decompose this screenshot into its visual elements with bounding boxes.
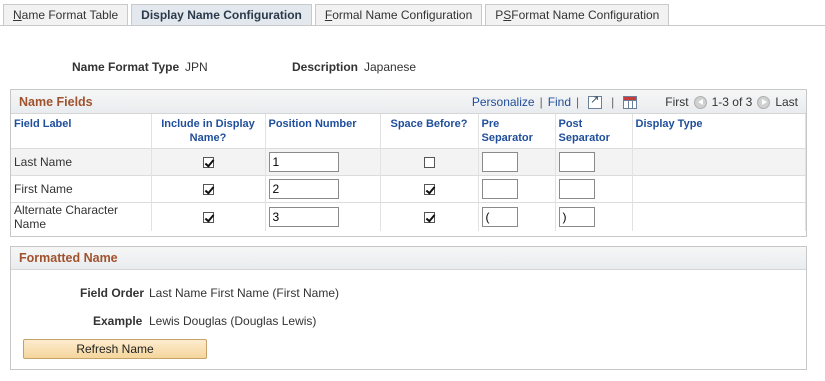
include-checkbox[interactable] bbox=[202, 184, 214, 196]
col-field-label: Field Label bbox=[11, 114, 152, 149]
pre-separator-input[interactable] bbox=[481, 179, 518, 199]
grid-navigation: Personalize | Find | | First 1-3 of 3 La… bbox=[472, 93, 798, 110]
position-input[interactable]: 1 bbox=[268, 152, 339, 172]
position-cell: 1 bbox=[265, 148, 381, 176]
include-checkbox[interactable] bbox=[202, 157, 214, 169]
example-value: Lewis Douglas (Douglas Lewis) bbox=[149, 314, 317, 328]
position-cell: 3 bbox=[265, 202, 381, 231]
include-checkbox[interactable] bbox=[202, 212, 214, 224]
tab-bar: Name Format Table Display Name Configura… bbox=[3, 4, 670, 26]
col-post-separator: Post Separator bbox=[555, 114, 633, 149]
col-space-before: Space Before? bbox=[380, 114, 479, 149]
include-cell bbox=[151, 148, 266, 176]
next-row-icon[interactable] bbox=[757, 95, 771, 109]
include-cell bbox=[151, 175, 266, 203]
pre-separator-cell bbox=[478, 175, 556, 203]
name-format-type-value: JPN bbox=[185, 60, 208, 74]
space-before-checkbox[interactable] bbox=[423, 184, 435, 196]
field-label-cell: Alternate Character Name bbox=[11, 202, 152, 231]
space-before-checkbox[interactable] bbox=[423, 212, 435, 224]
col-display-type: Display Type bbox=[632, 114, 806, 149]
table-row: Last Name 1 bbox=[11, 148, 806, 176]
tab-display-name-configuration[interactable]: Display Name Configuration bbox=[131, 4, 312, 26]
display-type-cell bbox=[632, 175, 806, 203]
col-pre-separator: Pre Separator bbox=[478, 114, 556, 149]
pre-separator-input[interactable] bbox=[481, 152, 518, 172]
description-label: Description bbox=[292, 60, 359, 74]
name-fields-grid: Name Fields Personalize | Find | | First… bbox=[10, 89, 807, 237]
nav-separator: | bbox=[539, 95, 543, 109]
description-value: Japanese bbox=[364, 60, 417, 74]
formatted-name-header: Formatted Name bbox=[11, 247, 806, 270]
space-before-cell bbox=[380, 202, 479, 231]
field-order-value: Last Name First Name (First Name) bbox=[149, 286, 340, 300]
tab-divider bbox=[0, 25, 825, 26]
pre-separator-cell bbox=[478, 148, 556, 176]
personalize-link[interactable]: Personalize bbox=[472, 95, 535, 109]
display-type-cell bbox=[632, 202, 806, 231]
table-header-row: Field Label Include in Display Name? Pos… bbox=[11, 114, 806, 149]
space-before-checkbox[interactable] bbox=[423, 157, 435, 169]
formatted-name-section: Formatted Name Field Order Last Name Fir… bbox=[10, 246, 807, 370]
name-fields-table: Field Label Include in Display Name? Pos… bbox=[11, 114, 806, 231]
last-label: Last bbox=[775, 95, 798, 109]
tab-name-format-table[interactable]: Name Format Table bbox=[3, 4, 129, 25]
col-position: Position Number bbox=[265, 114, 381, 149]
formatted-name-title: Formatted Name bbox=[19, 251, 118, 265]
name-format-type-label: Name Format Type bbox=[72, 60, 180, 74]
post-separator-cell bbox=[555, 175, 633, 203]
table-row: First Name 2 bbox=[11, 175, 806, 203]
field-label-cell: First Name bbox=[11, 175, 152, 203]
post-separator-input[interactable] bbox=[558, 179, 595, 199]
name-fields-header: Name Fields Personalize | Find | | First… bbox=[11, 90, 806, 114]
space-before-cell bbox=[380, 175, 479, 203]
row-range: 1-3 of 3 bbox=[711, 95, 753, 109]
post-separator-input[interactable]: ) bbox=[558, 207, 595, 227]
find-link[interactable]: Find bbox=[548, 95, 571, 109]
download-grid-icon[interactable] bbox=[623, 95, 638, 109]
nav-separator: | bbox=[576, 95, 580, 109]
refresh-name-button[interactable]: Refresh Name bbox=[23, 339, 207, 359]
position-input[interactable]: 3 bbox=[268, 207, 339, 227]
col-include: Include in Display Name? bbox=[151, 114, 266, 149]
post-separator-cell bbox=[555, 148, 633, 176]
post-separator-cell: ) bbox=[555, 202, 633, 231]
view-all-icon[interactable] bbox=[588, 93, 603, 109]
previous-row-icon[interactable] bbox=[693, 95, 707, 109]
display-type-cell bbox=[632, 148, 806, 176]
example-label: Example bbox=[93, 314, 143, 328]
nav-separator: | bbox=[611, 95, 615, 109]
field-order-label: Field Order bbox=[80, 286, 145, 300]
field-label-cell: Last Name bbox=[11, 148, 152, 176]
first-label: First bbox=[665, 95, 689, 109]
tab-formal-name-configuration[interactable]: Formal Name Configuration bbox=[314, 4, 483, 25]
position-input[interactable]: 2 bbox=[268, 179, 339, 199]
position-cell: 2 bbox=[265, 175, 381, 203]
include-cell bbox=[151, 202, 266, 231]
post-separator-input[interactable] bbox=[558, 152, 595, 172]
pre-separator-input[interactable]: ( bbox=[481, 207, 518, 227]
space-before-cell bbox=[380, 148, 479, 176]
pre-separator-cell: ( bbox=[478, 202, 556, 231]
tab-psformat-name-configuration[interactable]: PSFormat Name Configuration bbox=[485, 4, 670, 25]
name-fields-title: Name Fields bbox=[19, 95, 93, 109]
table-row: Alternate Character Name 3 ( ) bbox=[11, 202, 806, 231]
